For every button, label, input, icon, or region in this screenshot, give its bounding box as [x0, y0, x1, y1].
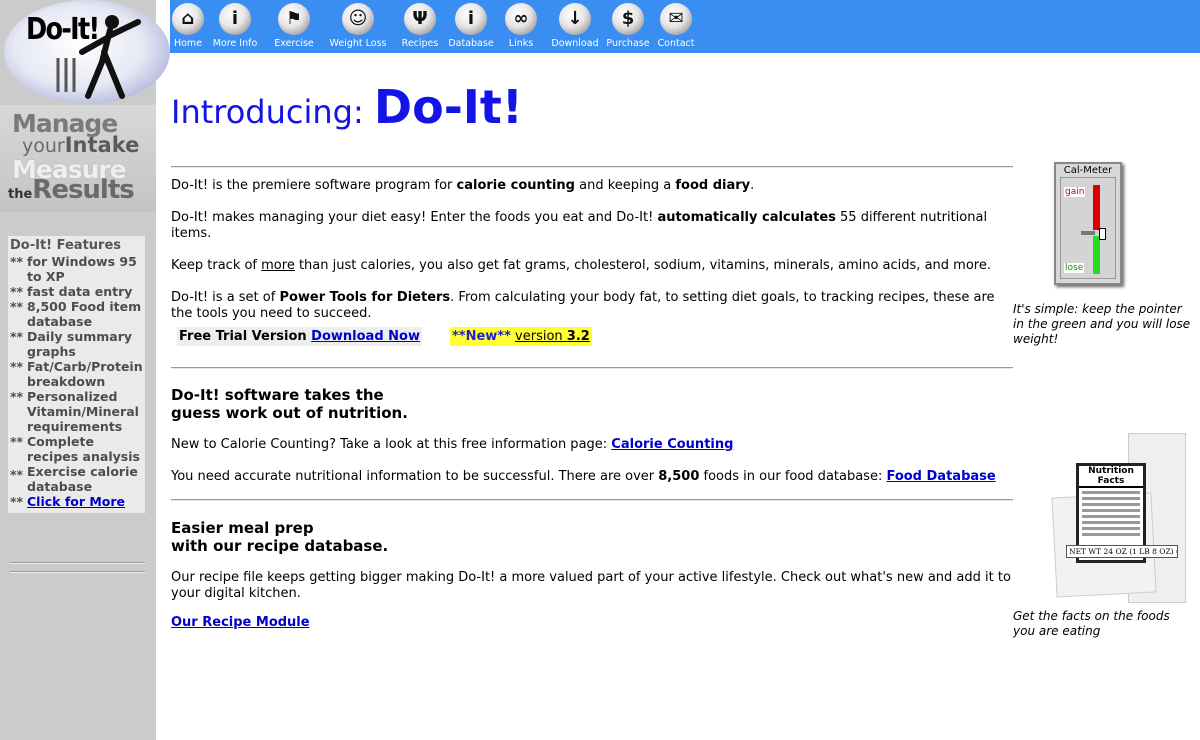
nav-weight-loss[interactable]: ☺ Weight Loss	[328, 0, 388, 53]
cal-meter-caption: It's simple: keep the pointer in the gre…	[1013, 302, 1191, 346]
nav-links[interactable]: ∞ Links	[502, 0, 540, 53]
tagline-graphic: Manage yourIntake Measure theResults	[0, 105, 156, 212]
sidebar-divider	[10, 562, 145, 564]
tagline-your-intake: yourIntake	[22, 133, 140, 157]
fork-knife-icon: Ψ	[404, 3, 436, 35]
cal-meter-graphic: Cal-Meter gain lose	[1054, 162, 1122, 285]
intro-paragraph-4: Do-It! is a set of Power Tools for Diete…	[171, 290, 995, 321]
feature-item-more: ** Click for More	[10, 494, 126, 509]
feature-item: ** Fat/Carb/Protein breakdown	[10, 359, 143, 389]
recipe-link-row: Our Recipe Module	[171, 615, 1013, 631]
section-heading-nutrition: Do-It! software takes the guess work out …	[171, 386, 408, 422]
nav-database[interactable]: i Database	[448, 0, 494, 53]
nutrition-facts-title: Nutrition Facts	[1079, 466, 1143, 488]
nav-exercise[interactable]: ⚑ Exercise	[270, 0, 318, 53]
food-database-paragraph: You need accurate nutritional informatio…	[171, 469, 996, 484]
page-title: Introducing: Do-It!	[171, 80, 523, 134]
dollar-icon: $	[612, 3, 644, 35]
cal-meter-title: Cal-Meter	[1063, 165, 1113, 176]
meter-pointer	[1099, 228, 1106, 240]
intro-paragraph-3: Keep track of more than just calories, y…	[171, 258, 991, 273]
food-database-link[interactable]: Food Database	[886, 469, 995, 484]
features-title: Do-It! Features	[10, 238, 122, 253]
nav-contact[interactable]: ✉ Contact	[656, 0, 696, 53]
calorie-counting-paragraph: New to Calorie Counting? Take a look at …	[171, 437, 734, 452]
person-info-icon: i	[219, 3, 251, 35]
nav-more-info[interactable]: i More Info	[208, 0, 262, 53]
feature-item: ** for Windows 95 to XP	[10, 254, 137, 284]
click-for-more-link[interactable]: Click for More	[27, 494, 125, 509]
new-badge: **New**	[452, 329, 511, 344]
gain-bar	[1093, 185, 1100, 230]
divider	[171, 499, 1013, 501]
divider	[171, 367, 1013, 369]
nav-download[interactable]: ↓ Download	[550, 0, 600, 53]
recipe-paragraph: Our recipe file keeps getting bigger mak…	[171, 570, 1011, 601]
free-trial-box: Free Trial Version Download Now	[177, 327, 422, 346]
feature-item: ** 8,500 Food item database	[10, 299, 142, 329]
nav-purchase[interactable]: $ Purchase	[604, 0, 652, 53]
pointer-arm	[1081, 231, 1095, 235]
dancing-figure-icon	[56, 15, 141, 99]
recipe-module-link[interactable]: Our Recipe Module	[171, 615, 310, 630]
home-icon: ⌂	[172, 3, 204, 35]
mail-icon: ✉	[660, 3, 692, 35]
feature-item: ** Personalized Vitamin/Mineral requireme…	[10, 389, 139, 434]
sidebar-divider	[10, 571, 145, 573]
intro-paragraph-1: Do-It! is the premiere software program …	[171, 178, 755, 193]
top-nav-bar: ⌂ Home i More Info ⚑ Exercise ☺ Weight L…	[170, 0, 1200, 53]
logo[interactable]: Do-It!	[0, 0, 170, 105]
divider	[171, 166, 1013, 168]
intro-paragraph-2: Do-It! makes managing your diet easy! En…	[171, 210, 988, 241]
database-icon: i	[455, 3, 487, 35]
nutrition-caption: Get the facts on the foods you are eatin…	[1013, 609, 1170, 638]
lose-label: lose	[1064, 263, 1085, 273]
lose-bar	[1093, 236, 1100, 274]
gain-label: gain	[1064, 187, 1086, 197]
feature-item: ** fast data entry	[10, 284, 133, 299]
feature-item: ** Daily summary graphs	[10, 329, 133, 359]
feature-item: ** Exercise calorie database	[10, 464, 138, 494]
net-weight-label: NET WT 24 OZ (1 LB 8 OZ) (680g)	[1066, 545, 1178, 558]
nav-recipes[interactable]: Ψ Recipes	[398, 0, 442, 53]
feature-item: ** Complete recipes analysis	[10, 434, 140, 464]
section-heading-recipes: Easier meal prep with our recipe database…	[171, 519, 389, 555]
features-list: ** for Windows 95 to XP ** fast data entry…	[8, 253, 145, 510]
person-icon: ☺	[342, 3, 374, 35]
download-icon: ↓	[559, 3, 591, 35]
download-now-link[interactable]: Download Now	[311, 329, 420, 344]
tagline-the-results: theResults	[8, 175, 135, 205]
cal-meter-gauge: gain lose	[1060, 177, 1116, 279]
version-link[interactable]: version 3.2	[515, 329, 590, 344]
features-box: Do-It! Features ** for Windows 95 to XP *…	[8, 236, 145, 513]
calorie-counting-link[interactable]: Calorie Counting	[611, 437, 733, 452]
link-icon: ∞	[505, 3, 537, 35]
new-version-box: **New** version 3.2	[450, 327, 592, 346]
runner-icon: ⚑	[278, 3, 310, 35]
nutrition-facts-image: Nutrition Facts NET WT 24 OZ (1 LB 8 OZ)…	[1050, 425, 1190, 605]
nav-home[interactable]: ⌂ Home	[170, 0, 206, 53]
